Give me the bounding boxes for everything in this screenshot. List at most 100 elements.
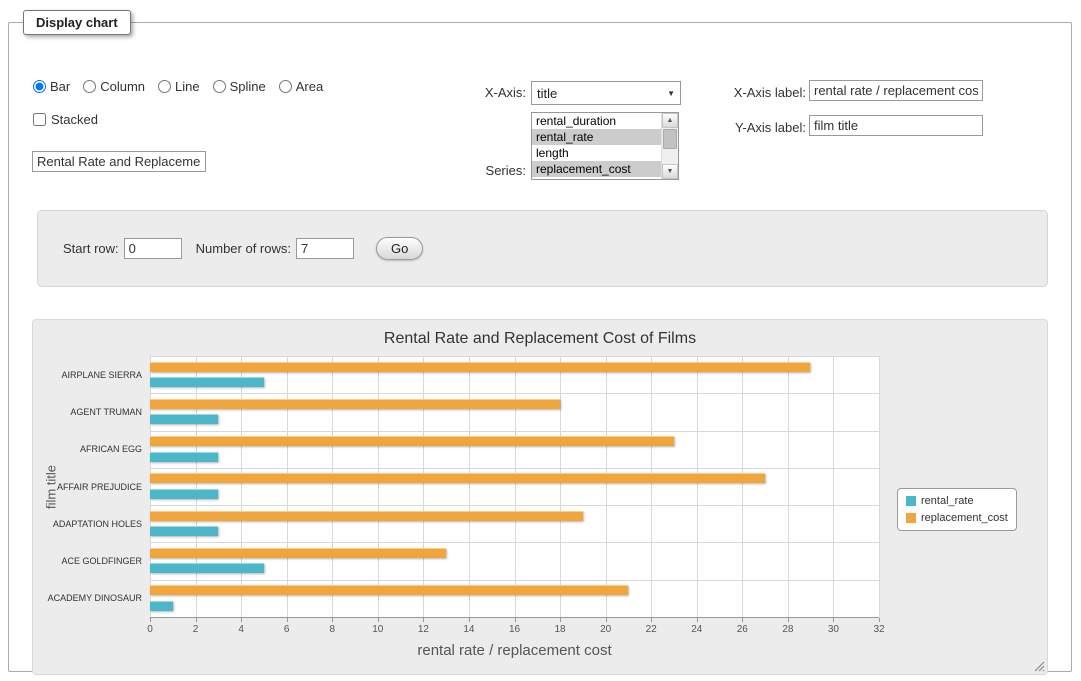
grid-line-vertical [332,356,333,617]
x-tick-label: 8 [329,624,335,635]
scrollbar-down-button[interactable]: ▼ [662,164,678,179]
x-axis-tick [560,618,561,622]
chart-type-option-label: Column [100,79,145,94]
x-axis-label-field-label: X-Axis label: [629,85,806,100]
legend-item-replacement_cost[interactable]: replacement_cost [906,512,1008,524]
start-row-label: Start row: [63,241,119,256]
grid-line-vertical [515,356,516,617]
chart-type-option-bar[interactable]: Bar [33,79,70,94]
chart-type-option-spline[interactable]: Spline [213,79,266,94]
x-axis-title: rental rate / replacement cost [150,642,879,659]
grid-line-vertical [742,356,743,617]
x-tick-label: 20 [600,624,611,635]
display-chart-fieldset: Display chart Bar Column Line Spline Area St… [8,10,1072,672]
legend-label: replacement_cost [921,512,1008,524]
x-axis-label-input[interactable] [809,80,983,101]
x-axis-tick [332,618,333,622]
chart-type-option-label: Area [296,79,323,94]
bar-replacement_cost [150,436,674,446]
go-button[interactable]: Go [376,237,423,260]
series-listbox-label: Series: [439,163,526,178]
num-rows-label: Number of rows: [196,241,291,256]
grid-line-vertical [469,356,470,617]
num-rows-input[interactable] [296,238,354,259]
x-axis-tick [469,618,470,622]
legend-label: rental_rate [921,495,974,507]
category-label: ACE GOLDFINGER [61,556,142,566]
x-axis-tick [833,618,834,622]
legend-item-rental_rate[interactable]: rental_rate [906,495,1008,507]
x-axis-tick [378,618,379,622]
legend-swatch [906,496,916,506]
chart-type-radio-bar[interactable] [33,80,46,93]
chart-type-radio-area[interactable] [279,80,292,93]
x-tick-label: 0 [147,624,153,635]
grid-line-vertical [697,356,698,617]
x-axis-tick [515,618,516,622]
chart-type-radio-spline[interactable] [213,80,226,93]
chart-panel: Rental Rate and Replacement Cost of Film… [32,319,1048,675]
bar-replacement_cost [150,511,583,521]
grid-line-vertical [879,356,880,617]
x-axis-tick [697,618,698,622]
x-tick-label: 6 [284,624,290,635]
row-controls-panel: Start row: Number of rows: Go [37,210,1048,287]
series-option-replacement_cost[interactable]: replacement_cost [532,161,661,177]
x-tick-label: 10 [372,624,383,635]
grid-line-vertical [150,356,151,617]
chart-type-option-column[interactable]: Column [83,79,145,94]
grid-line-vertical [287,356,288,617]
grid-line-vertical [788,356,789,617]
bar-replacement_cost [150,585,628,595]
x-tick-label: 28 [782,624,793,635]
chart-type-radio-column[interactable] [83,80,96,93]
legend-swatch [906,513,916,523]
stacked-label: Stacked [51,112,98,127]
chart-type-option-line[interactable]: Line [158,79,200,94]
scroll-down-icon: ▼ [667,168,674,175]
resize-handle[interactable] [1032,659,1045,672]
bar-rental_rate [150,452,218,462]
x-axis-tick [241,618,242,622]
grid-line-vertical [241,356,242,617]
bar-rental_rate [150,377,264,387]
grid-line-vertical [378,356,379,617]
grid-line-vertical [423,356,424,617]
stacked-option[interactable]: Stacked [33,112,98,127]
x-tick-label: 22 [646,624,657,635]
category-label: ACADEMY DINOSAUR [48,593,142,603]
bar-rental_rate [150,414,218,424]
x-tick-label: 16 [509,624,520,635]
bar-rental_rate [150,526,218,536]
start-row-input[interactable] [124,238,182,259]
series-option-length[interactable]: length [532,145,661,161]
x-axis-tick [879,618,880,622]
chart-title-input[interactable] [32,151,206,172]
category-axis-labels: AIRPLANE SIERRAAGENT TRUMANAFRICAN EGGAF… [33,356,150,618]
y-axis-label-field-label: Y-Axis label: [629,120,806,135]
x-tick-label: 14 [463,624,474,635]
stacked-checkbox[interactable] [33,113,46,126]
category-label: AGENT TRUMAN [70,407,142,417]
x-axis-tick [788,618,789,622]
resize-grip-icon [1032,659,1045,672]
grid-line-horizontal [150,468,879,469]
grid-line-horizontal [150,580,879,581]
x-axis-tick [287,618,288,622]
grid-line-vertical [560,356,561,617]
x-axis-tick [196,618,197,622]
chart-type-option-label: Line [175,79,200,94]
bar-replacement_cost [150,362,810,372]
bar-rental_rate [150,601,173,611]
chart-type-option-area[interactable]: Area [279,79,323,94]
bar-rental_rate [150,489,218,499]
grid-line-horizontal [150,542,879,543]
x-tick-label: 12 [418,624,429,635]
chart-type-radio-line[interactable] [158,80,171,93]
bar-replacement_cost [150,399,560,409]
grid-line-vertical [651,356,652,617]
chart-legend: rental_rate replacement_cost [897,488,1017,531]
display-chart-legend: Display chart [23,10,131,35]
y-axis-label-input[interactable] [809,115,983,136]
grid-line-vertical [833,356,834,617]
